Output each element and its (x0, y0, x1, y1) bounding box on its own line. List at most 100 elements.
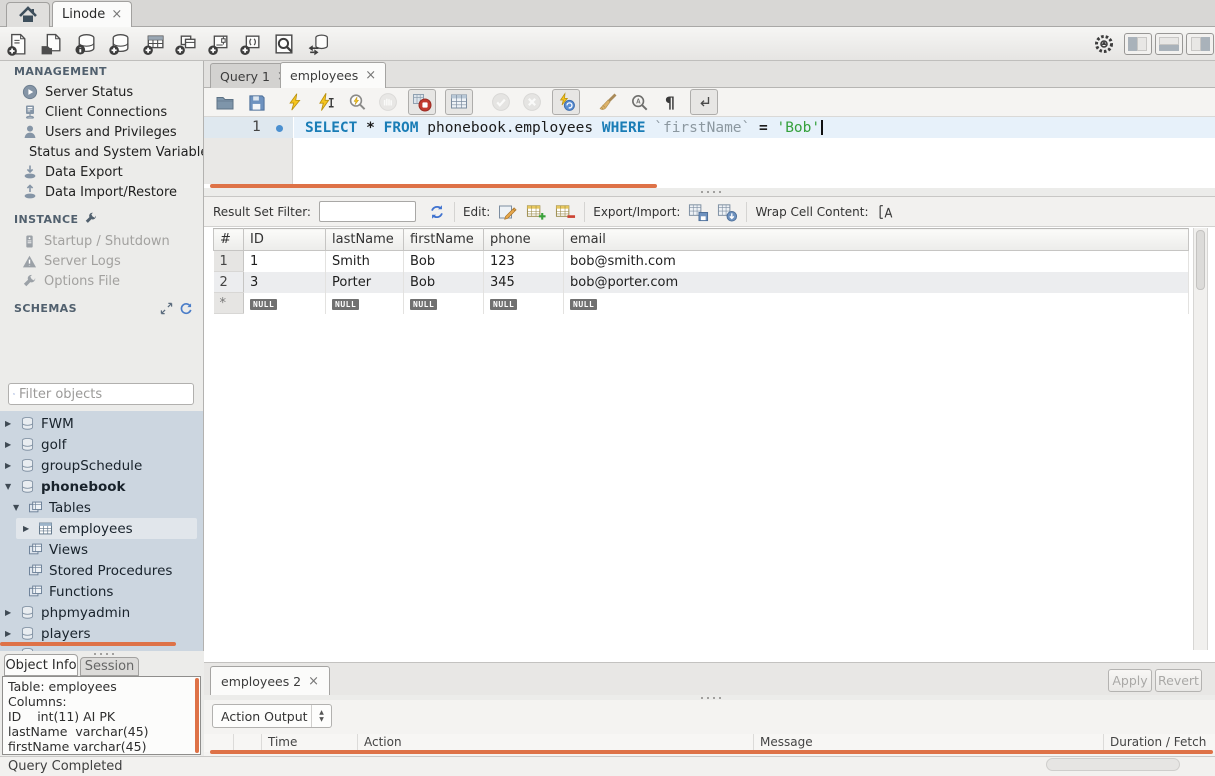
toggle-right-panel-button[interactable] (1186, 33, 1214, 55)
result-row[interactable]: 1 1 Smith Bob 123 bob@smith.com (214, 251, 1189, 272)
delete-row-icon[interactable] (555, 202, 576, 222)
tree-node-schema[interactable]: ▶ players (5, 623, 90, 644)
tree-node-schema[interactable]: ▶ golf (5, 434, 66, 455)
connection-tab[interactable]: Linode × (52, 1, 132, 27)
horizontal-scrollbar-thumb[interactable] (1046, 758, 1180, 771)
toggle-stop-on-error-button[interactable] (408, 89, 436, 115)
explain-plan-button[interactable] (346, 91, 368, 113)
result-filter-input[interactable] (319, 201, 416, 222)
cell[interactable]: Porter (326, 272, 404, 293)
beautify-script-button[interactable] (597, 91, 619, 113)
cell-null[interactable]: NULL (564, 293, 1189, 314)
editor-result-splitter[interactable] (204, 188, 1215, 196)
cell[interactable]: Bob (404, 251, 484, 272)
sidebar-item-server-status[interactable]: Server Status (0, 82, 204, 102)
edit-record-icon[interactable] (498, 202, 518, 222)
sql-editor[interactable]: 1 SELECT * FROM phonebook.employees WHER… (204, 117, 1215, 184)
sidebar-item-status-system-variables[interactable]: Status and System Variables (0, 142, 204, 162)
execute-current-statement-button[interactable] (315, 91, 337, 113)
wrap-cell-content-icon[interactable] (877, 203, 895, 221)
result-row[interactable]: 2 3 Porter Bob 345 bob@porter.com (214, 272, 1189, 293)
panel-resize-grip[interactable] (92, 652, 114, 656)
refresh-result-icon[interactable] (428, 203, 446, 221)
sidebar-item-startup-shutdown[interactable]: Startup / Shutdown (0, 231, 204, 251)
toggle-left-panel-button[interactable] (1124, 33, 1152, 55)
tree-node-stored-procedures-folder[interactable]: Stored Procedures (28, 560, 172, 581)
sidebar-horizontal-scrollbar[interactable] (0, 642, 176, 646)
tree-node-tables-folder[interactable]: ▼ Tables (13, 497, 91, 518)
close-result-tab-icon[interactable]: × (308, 675, 319, 688)
cell-null[interactable]: NULL (484, 293, 564, 314)
insert-row-icon[interactable] (526, 202, 547, 222)
revert-button[interactable]: Revert (1155, 669, 1202, 692)
sidebar-item-data-export[interactable]: Data Export (0, 162, 204, 182)
sql-code-line[interactable]: SELECT * FROM phonebook.employees WHERE … (294, 117, 1215, 138)
find-panel-button[interactable] (628, 91, 650, 113)
tree-node-schema[interactable]: ▶ groupSchedule (5, 455, 142, 476)
result-placeholder-row[interactable]: * NULL NULL NULL NULL NULL (214, 293, 1189, 314)
stepper-up-icon[interactable]: ▲ (319, 709, 324, 716)
expand-arrow-icon[interactable]: ▶ (5, 419, 14, 428)
cell[interactable]: 123 (484, 251, 564, 272)
cell[interactable]: Bob (404, 272, 484, 293)
inspect-database-button[interactable] (72, 31, 99, 57)
column-header-phone[interactable]: phone (484, 229, 564, 251)
create-schema-button[interactable] (106, 31, 133, 57)
expand-arrow-icon[interactable]: ▶ (23, 524, 32, 533)
open-script-button[interactable] (214, 91, 236, 113)
tree-node-views-folder[interactable]: Views (28, 539, 88, 560)
tab-result-employees-2[interactable]: employees 2 × (210, 666, 330, 696)
cell[interactable]: Smith (326, 251, 404, 272)
cell-null[interactable]: NULL (404, 293, 484, 314)
tree-node-functions-folder[interactable]: Functions (28, 581, 113, 602)
sidebar-item-client-connections[interactable]: Client Connections (0, 102, 204, 122)
schema-filter-field[interactable] (8, 383, 194, 405)
stepper-down-icon[interactable]: ▼ (319, 716, 324, 723)
sidebar-item-data-import[interactable]: Data Import/Restore (0, 182, 204, 202)
expand-schemas-icon[interactable] (160, 302, 173, 315)
refresh-schemas-icon[interactable] (179, 302, 193, 316)
cell[interactable]: 3 (244, 272, 326, 293)
output-selector-stepper[interactable]: ▲ ▼ (311, 705, 331, 727)
close-connection-tab-icon[interactable]: × (111, 8, 122, 21)
collapse-arrow-icon[interactable]: ▼ (13, 503, 22, 512)
column-header-firstname[interactable]: firstName (404, 229, 484, 251)
column-header-email[interactable]: email (564, 229, 1189, 251)
close-tab-icon[interactable]: × (365, 69, 376, 82)
column-header-lastname[interactable]: lastName (326, 229, 404, 251)
schema-filter-input[interactable] (19, 387, 189, 402)
expand-arrow-icon[interactable]: ▶ (5, 440, 14, 449)
tab-employees[interactable]: employees × (280, 62, 386, 88)
apply-button[interactable]: Apply (1108, 669, 1152, 692)
create-function-button[interactable] (237, 31, 264, 57)
show-invisibles-button[interactable]: ¶ (659, 91, 681, 113)
home-tab[interactable] (6, 2, 50, 27)
tree-node-schema-phonebook[interactable]: ▼ phonebook (5, 476, 126, 497)
execute-button[interactable] (284, 91, 306, 113)
cell-null[interactable]: NULL (244, 293, 326, 314)
expand-arrow-icon[interactable]: ▶ (5, 629, 14, 638)
tree-node-schema[interactable]: ▶ FWM (5, 413, 74, 434)
create-view-button[interactable] (172, 31, 199, 57)
export-recordset-icon[interactable] (688, 202, 709, 222)
toggle-bottom-panel-button[interactable] (1155, 33, 1183, 55)
save-script-button[interactable] (245, 91, 267, 113)
open-sql-script-button[interactable] (38, 31, 65, 57)
column-header-rownum[interactable]: # (214, 229, 244, 251)
limit-rows-button[interactable] (445, 89, 473, 115)
expand-arrow-icon[interactable]: ▶ (5, 461, 14, 470)
column-header-id[interactable]: ID (244, 229, 326, 251)
tree-node-table-employees[interactable]: ▶ employees (23, 518, 133, 539)
new-sql-document-button[interactable] (4, 31, 31, 57)
sidebar-item-users-privileges[interactable]: Users and Privileges (0, 122, 204, 142)
create-table-button[interactable] (140, 31, 167, 57)
toggle-word-wrap-button[interactable] (690, 89, 718, 115)
result-vertical-scrollbar[interactable] (1193, 228, 1208, 650)
cell[interactable]: bob@porter.com (564, 272, 1189, 293)
output-horizontal-scrollbar[interactable] (210, 750, 1213, 754)
toggle-autocommit-button[interactable] (552, 89, 580, 115)
create-stored-procedure-button[interactable] (205, 31, 232, 57)
cell[interactable]: 345 (484, 272, 564, 293)
expand-arrow-icon[interactable]: ▶ (5, 608, 14, 617)
cell[interactable]: 1 (244, 251, 326, 272)
